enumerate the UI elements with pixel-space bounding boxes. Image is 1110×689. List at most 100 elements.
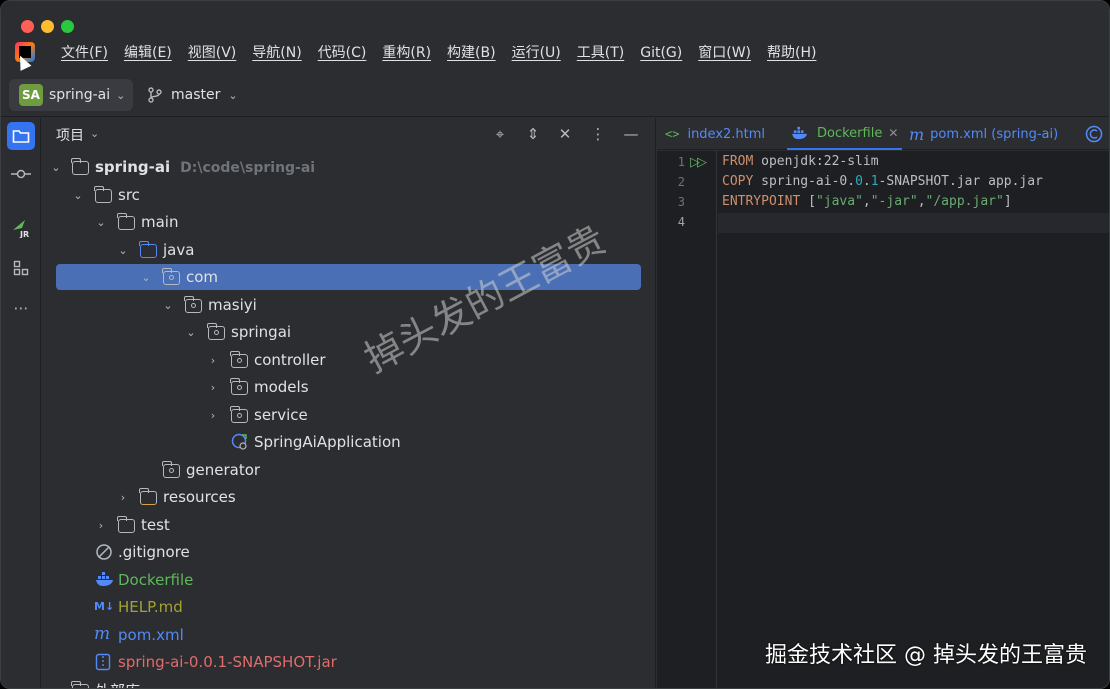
chevron-right-icon[interactable]: › (207, 409, 219, 422)
menu-window[interactable]: 窗口(W) (690, 41, 759, 65)
tree-item-src[interactable]: ⌄ src (42, 182, 655, 208)
tree-item-service[interactable]: › service (42, 402, 655, 428)
menu-build[interactable]: 构建(B) (439, 41, 504, 65)
chevron-right-icon[interactable]: › (117, 491, 129, 504)
chevron-down-icon[interactable]: ⌄ (162, 299, 174, 312)
tree-label: spring-ai (95, 158, 171, 176)
close-tab-icon[interactable]: ✕ (888, 126, 898, 140)
commit-tool-button[interactable] (7, 160, 35, 188)
tab-dockerfile[interactable]: Dockerfile ✕ (787, 118, 903, 150)
package-icon (184, 296, 203, 313)
run-gutter-icon[interactable]: ▷▷ (690, 155, 707, 170)
locate-file-icon[interactable]: ⌖ (489, 123, 511, 145)
menu-help[interactable]: 帮助(H) (759, 41, 824, 65)
hide-panel-icon[interactable]: — (620, 123, 642, 145)
minimize-window-button[interactable] (41, 20, 54, 33)
more-tools-button[interactable]: ⋯ (7, 294, 35, 322)
tree-item-springai[interactable]: ⌄ springai (42, 319, 655, 345)
chevron-right-icon[interactable]: › (95, 519, 107, 532)
structure-icon (13, 260, 29, 276)
tree-label: HELP.md (118, 598, 183, 616)
menu-file[interactable]: 文件(F) (53, 41, 116, 65)
menu-refactor[interactable]: 重构(R) (374, 41, 439, 65)
chevron-down-icon[interactable]: ⌄ (117, 244, 129, 257)
tree-label: java (163, 241, 195, 259)
maximize-window-button[interactable] (61, 20, 74, 33)
close-window-button[interactable] (21, 20, 34, 33)
branch-name: master (171, 87, 221, 103)
git-branch-icon (148, 87, 162, 103)
maven-icon: m (94, 624, 111, 644)
chevron-right-icon[interactable]: › (207, 354, 219, 367)
collapse-all-icon[interactable]: ✕ (554, 123, 576, 145)
project-switcher[interactable]: SA spring-ai ⌄ (9, 79, 133, 111)
tree-item-gitignore[interactable]: .gitignore (42, 539, 655, 565)
branch-switcher[interactable]: master ⌄ (147, 79, 238, 111)
more-horizontal-icon: ⋯ (13, 299, 29, 317)
tree-item-test[interactable]: › test (42, 512, 655, 538)
corner-watermark: 掘金技术社区 @ 掉头发的王富贵 (765, 643, 1087, 668)
chevron-down-icon[interactable]: ⌄ (72, 189, 84, 202)
tree-label: 外部库 (95, 680, 140, 689)
tab-label: pom.xml (spring-ai) (930, 126, 1059, 142)
tree-label: test (141, 516, 170, 534)
tool-window-stripe: JR ⋯ (1, 118, 41, 688)
options-menu-icon[interactable]: ⋮ (587, 123, 609, 145)
jrebel-icon: JR (13, 220, 29, 238)
tree-item-spring-ai[interactable]: ⌄ spring-ai D:\code\spring-ai (42, 154, 655, 180)
tree-item-pom-xml[interactable]: m pom.xml (42, 622, 655, 648)
line-number: 3 (677, 195, 685, 209)
chevron-down-icon[interactable]: ⌄ (185, 326, 197, 339)
menu-edit[interactable]: 编辑(E) (116, 41, 180, 65)
tab-index2-html[interactable]: <> index2.html (665, 118, 765, 150)
chevron-down-icon[interactable]: ⌄ (50, 161, 62, 174)
tree-item-models[interactable]: › models (42, 374, 655, 400)
tab-label: index2.html (687, 126, 766, 142)
project-path: D:\code\spring-ai (180, 160, 316, 176)
code-editor[interactable]: 1 ▷▷ 2 3 4 FROM openjdk:22-slim COPY spr… (657, 151, 1109, 688)
expand-all-icon[interactable]: ⇕ (522, 123, 544, 145)
tree-item-help-md[interactable]: M↓ HELP.md (42, 594, 655, 620)
title-bar: 文件(F) 编辑(E) 视图(V) 导航(N) 代码(C) 重构(R) 构建(B… (1, 1, 1109, 73)
folder-icon (12, 130, 30, 143)
spring-boot-app-icon (231, 433, 249, 450)
project-tool-button[interactable] (7, 122, 35, 150)
package-icon (162, 268, 181, 285)
tree-item-external-libraries[interactable]: › 外部库 (42, 677, 655, 689)
chevron-right-icon[interactable]: › (207, 381, 219, 394)
code-line-2: COPY spring-ai-0.0.1-SNAPSHOT.jar app.ja… (722, 174, 1043, 189)
menu-run[interactable]: 运行(U) (504, 41, 569, 65)
tree-item-springaiapplication[interactable]: SpringAiApplication (42, 429, 655, 455)
menu-tools[interactable]: 工具(T) (569, 41, 632, 65)
tree-item-generator[interactable]: generator (42, 457, 655, 483)
tree-item-resources[interactable]: › resources (42, 484, 655, 510)
tree-label: Dockerfile (118, 571, 194, 589)
ai-assistant-button[interactable] (1085, 118, 1103, 150)
menu-code[interactable]: 代码(C) (310, 41, 375, 65)
chevron-down-icon[interactable]: ⌄ (140, 271, 152, 284)
chevron-down-icon[interactable]: ⌄ (90, 127, 99, 140)
tree-item-dockerfile[interactable]: Dockerfile (42, 567, 655, 593)
tree-label: pom.xml (118, 626, 184, 644)
source-folder-icon (139, 241, 158, 258)
tab-pom-xml[interactable]: m pom.xml (spring-ai) (909, 118, 1058, 150)
project-panel-title[interactable]: 项目 (56, 125, 84, 145)
ide-window: 文件(F) 编辑(E) 视图(V) 导航(N) 代码(C) 重构(R) 构建(B… (0, 0, 1110, 689)
menu-view[interactable]: 视图(V) (180, 41, 245, 65)
package-icon (230, 378, 249, 395)
structure-tool-button[interactable] (7, 254, 35, 282)
jrebel-tool-button[interactable]: JR (7, 214, 35, 242)
svg-text:JR: JR (19, 230, 29, 238)
tree-item-snapshot-jar[interactable]: spring-ai-0.0.1-SNAPSHOT.jar (42, 649, 655, 675)
tree-item-controller[interactable]: › controller (42, 347, 655, 373)
menu-git[interactable]: Git(G) (632, 41, 690, 65)
menu-navigate[interactable]: 导航(N) (244, 41, 309, 65)
main-menu: 文件(F) 编辑(E) 视图(V) 导航(N) 代码(C) 重构(R) 构建(B… (53, 41, 824, 65)
docker-icon (792, 126, 807, 140)
chevron-right-icon[interactable]: › (50, 684, 62, 689)
tree-label: SpringAiApplication (254, 433, 401, 451)
chevron-down-icon[interactable]: ⌄ (95, 216, 107, 229)
tree-item-masiyi[interactable]: ⌄ masiyi (42, 292, 655, 318)
folder-icon (94, 186, 113, 203)
module-folder-icon (71, 158, 90, 175)
